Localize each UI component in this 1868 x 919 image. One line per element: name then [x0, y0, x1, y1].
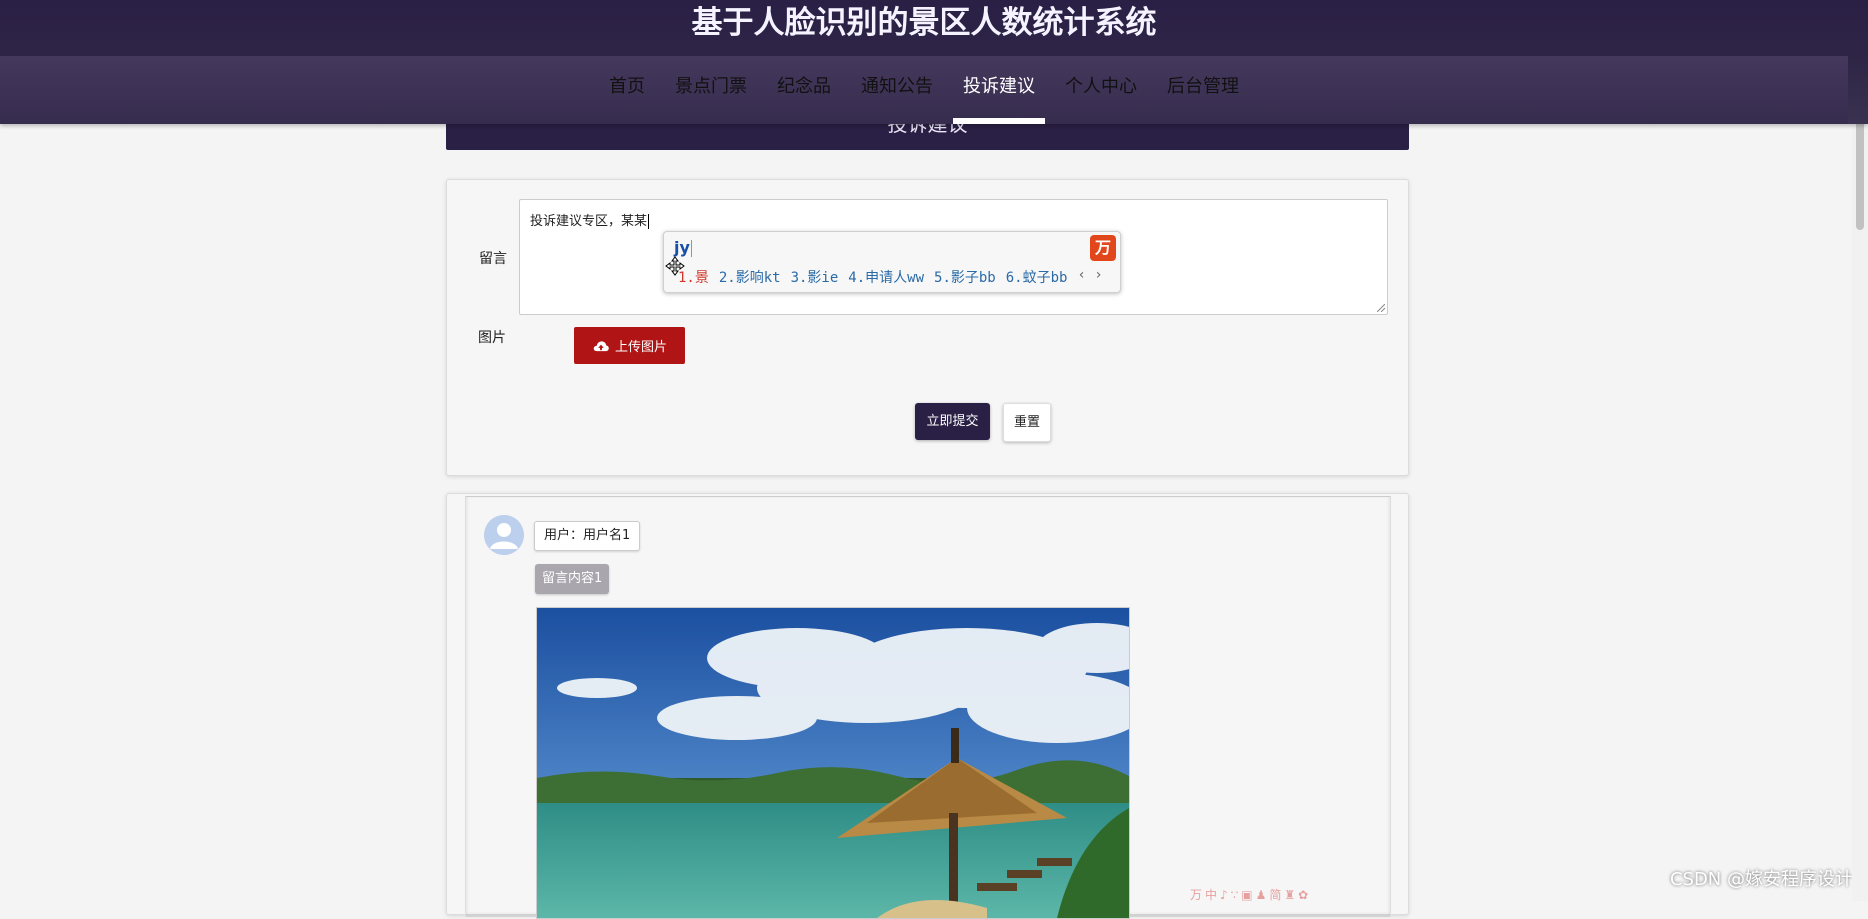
- message-content: 留言内容1: [535, 564, 610, 594]
- message-photo: [536, 607, 1130, 919]
- ime-pager-icon[interactable]: ‹ ›: [1077, 267, 1102, 287]
- nav-item-complaints[interactable]: 投诉建议: [953, 56, 1045, 124]
- ime-candidates: 1.景 2.影响kt 3.影ie 4.申请人ww 5.影子bb 6.蚊子bb ‹…: [678, 267, 1103, 287]
- ime-candidate[interactable]: 3.影ie: [791, 267, 839, 287]
- ime-candidate[interactable]: 6.蚊子bb: [1006, 267, 1068, 287]
- nav-item-souvenirs[interactable]: 纪念品: [767, 56, 841, 124]
- ime-logo-icon[interactable]: 万: [1090, 235, 1116, 261]
- user-avatar-icon: [484, 515, 524, 555]
- nav-item-notices[interactable]: 通知公告: [851, 56, 943, 124]
- nav-item-home[interactable]: 首页: [599, 56, 655, 124]
- resize-handle-icon[interactable]: [1377, 304, 1385, 312]
- ime-candidate[interactable]: 4.申请人ww: [848, 267, 924, 287]
- message-text: 投诉建议专区，某某: [530, 214, 648, 229]
- ime-input: jy: [674, 238, 692, 257]
- site-title: 基于人脸识别的景区人数统计系统: [691, 5, 1157, 41]
- watermark: CSDN @嫁安程序设计: [1669, 869, 1853, 890]
- move-cursor-icon: [665, 256, 685, 276]
- submit-button[interactable]: 立即提交: [915, 403, 990, 440]
- image-label: 图片: [478, 330, 506, 346]
- ime-status-toolbar[interactable]: 万中♪∵▣♟简♜✿: [1190, 886, 1390, 902]
- nav-item-admin[interactable]: 后台管理: [1157, 56, 1249, 124]
- upload-image-label: 上传图片: [614, 340, 667, 355]
- page-scrollbar[interactable]: [1852, 0, 1868, 901]
- message-label: 留言: [479, 251, 507, 267]
- ime-candidate-popup: jy 万 1.景 2.影响kt 3.影ie 4.申请人ww 5.影子bb 6.蚊…: [663, 231, 1121, 293]
- complaint-form: 留言 投诉建议专区，某某 jy 万 1.景 2.影响kt 3.影ie 4.申请人…: [446, 179, 1409, 476]
- message-list: 用户：用户名1 留言内容1: [446, 493, 1409, 919]
- text-caret: [648, 214, 650, 229]
- site-header: 基于人脸识别的景区人数统计系统 首页 景点门票 纪念品 通知公告 投诉建议 个人…: [0, 0, 1868, 124]
- ime-input-text: jy: [674, 238, 690, 257]
- ime-candidate[interactable]: 2.影响kt: [719, 267, 781, 287]
- message-item: 用户：用户名1 留言内容1: [465, 496, 1391, 919]
- reset-button[interactable]: 重置: [1003, 403, 1051, 442]
- ime-caret: [690, 240, 692, 257]
- nav-item-tickets[interactable]: 景点门票: [665, 56, 757, 124]
- upload-image-button[interactable]: 上传图片: [574, 327, 685, 364]
- main-nav: 首页 景点门票 纪念品 通知公告 投诉建议 个人中心 后台管理: [0, 56, 1848, 124]
- cloud-upload-icon: [593, 340, 609, 351]
- nav-item-profile[interactable]: 个人中心: [1055, 56, 1147, 124]
- message-user: 用户：用户名1: [534, 521, 641, 551]
- ime-candidate[interactable]: 5.影子bb: [934, 267, 996, 287]
